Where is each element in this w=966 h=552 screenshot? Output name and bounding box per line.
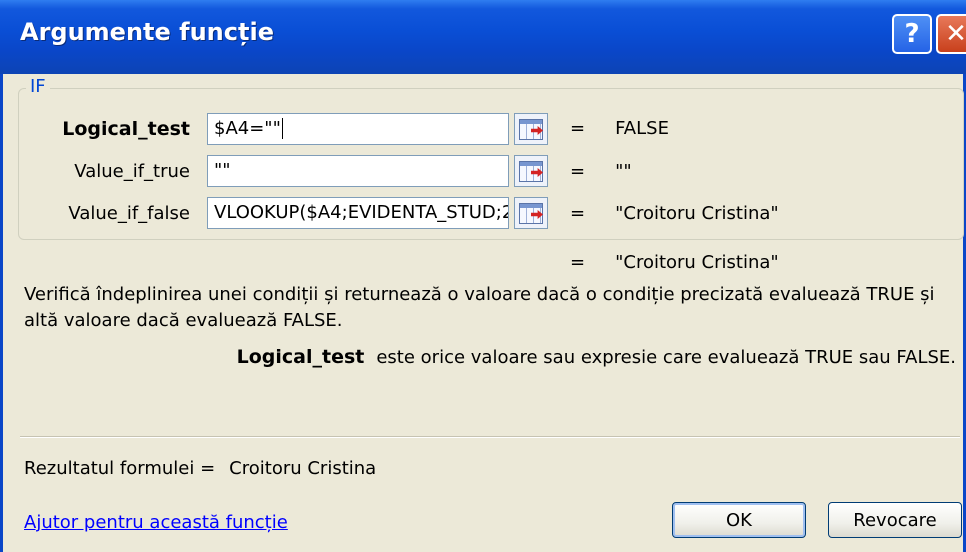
- help-icon[interactable]: ?: [892, 14, 932, 54]
- argument-help: Logical_test este orice valoare sau expre…: [236, 346, 956, 368]
- value-if-true-result: = "": [570, 161, 632, 182]
- value-if-true-input[interactable]: "": [207, 155, 509, 187]
- arg-label-value-if-true: Value_if_true: [74, 161, 190, 182]
- range-select-icon[interactable]: [514, 113, 548, 145]
- formula-result: Rezultatul formulei = Croitoru Cristina: [24, 458, 377, 479]
- cancel-button[interactable]: Revocare: [828, 502, 962, 538]
- arg-label-logical-test: Logical_test: [62, 118, 190, 140]
- logical-test-result: = FALSE: [570, 118, 669, 139]
- close-icon[interactable]: ✕: [936, 14, 966, 54]
- function-result: = "Croitoru Cristina": [570, 252, 779, 273]
- ok-button[interactable]: OK: [672, 502, 806, 538]
- logical-test-input[interactable]: $A4="": [207, 113, 509, 145]
- function-description: Verifică îndeplinirea unei condiții și r…: [24, 284, 935, 331]
- dialog-title-bar[interactable]: Argumente funcție ? ✕: [0, 0, 966, 74]
- arg-label-value-if-false: Value_if_false: [68, 203, 190, 224]
- function-name: IF: [26, 76, 50, 97]
- value-if-false-result: = "Croitoru Cristina": [570, 203, 779, 224]
- range-select-icon[interactable]: [514, 155, 548, 187]
- range-select-icon[interactable]: [514, 197, 548, 229]
- divider: [20, 436, 960, 438]
- dialog-title: Argumente funcție: [20, 18, 274, 46]
- help-link[interactable]: Ajutor pentru această funcție: [24, 512, 288, 533]
- value-if-false-input[interactable]: VLOOKUP($A4;EVIDENTA_STUD;2: [207, 197, 509, 229]
